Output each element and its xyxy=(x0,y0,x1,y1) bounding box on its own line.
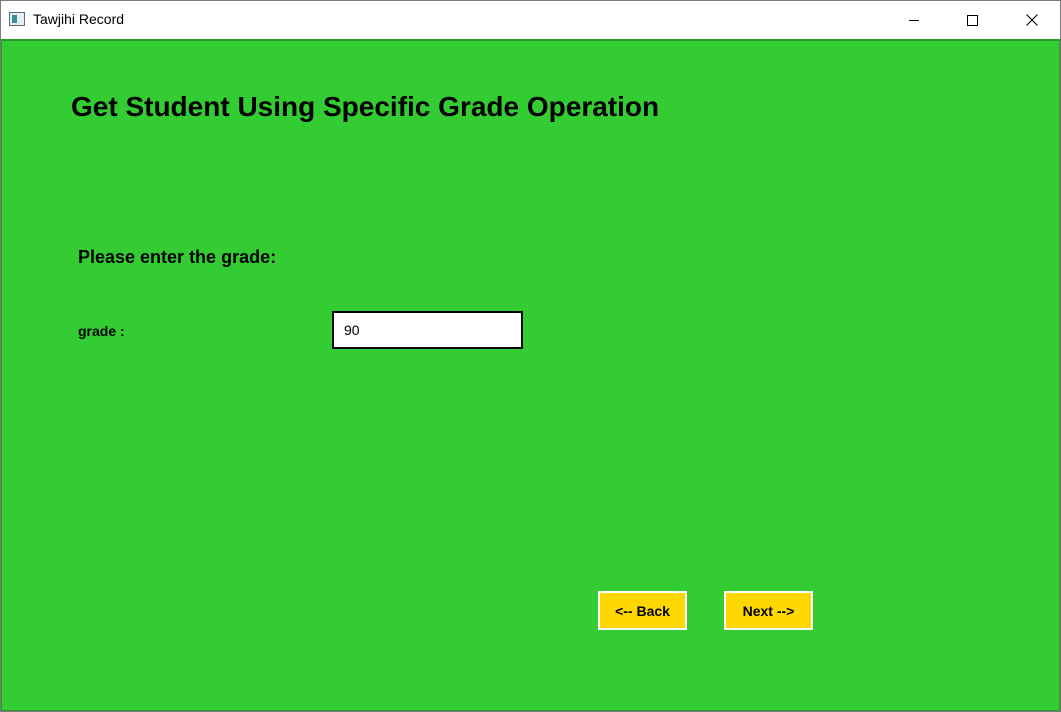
close-icon xyxy=(1026,14,1038,26)
back-button[interactable]: <-- Back xyxy=(598,591,687,630)
app-window: Tawjihi Record Get Student Using Specifi… xyxy=(0,0,1061,712)
grade-label: grade : xyxy=(78,323,125,339)
grade-prompt: Please enter the grade: xyxy=(78,247,277,267)
grade-input[interactable] xyxy=(332,311,523,349)
app-window-icon xyxy=(9,12,25,26)
window-title: Tawjihi Record xyxy=(33,11,125,27)
title-bar: Tawjihi Record xyxy=(1,1,1060,39)
minimize-button[interactable] xyxy=(891,1,937,39)
maximize-icon xyxy=(966,14,978,26)
close-button[interactable] xyxy=(1009,1,1055,39)
maximize-button[interactable] xyxy=(949,1,995,39)
minimize-icon xyxy=(909,19,919,21)
page-title: Get Student Using Specific Grade Operati… xyxy=(71,91,660,122)
next-button[interactable]: Next --> xyxy=(724,591,813,630)
main-panel: Get Student Using Specific Grade Operati… xyxy=(1,39,1060,711)
